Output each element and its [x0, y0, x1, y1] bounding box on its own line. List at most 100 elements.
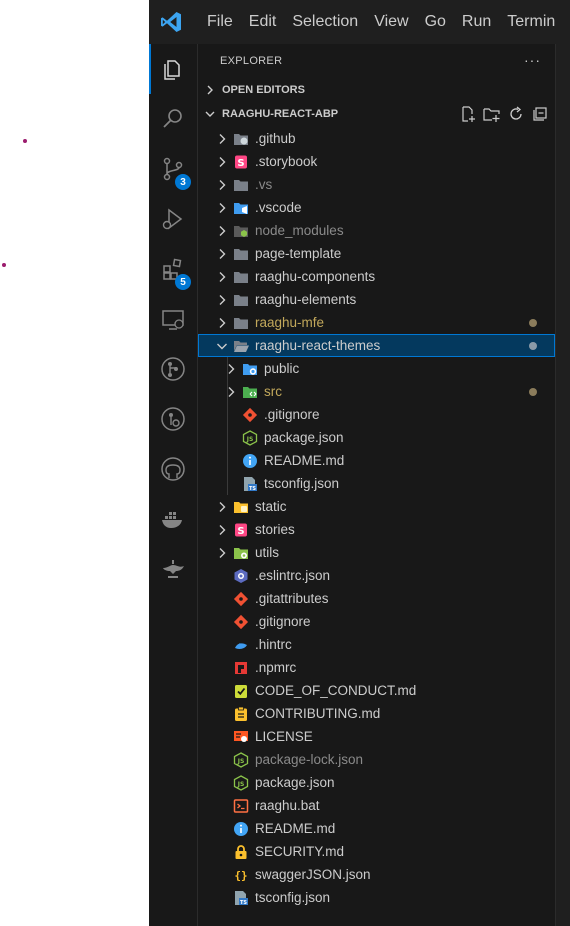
menu-run[interactable]: Run — [454, 13, 499, 31]
file-row[interactable]: TS tsconfig.json — [198, 472, 555, 495]
folder-row[interactable]: .vscode — [198, 196, 555, 219]
chevron-down-icon — [205, 111, 215, 117]
static-folder-icon — [233, 499, 249, 515]
file-row[interactable]: .npmrc — [198, 656, 555, 679]
source-control-button[interactable]: 3 — [149, 144, 197, 194]
explorer-button[interactable] — [149, 44, 197, 94]
file-row[interactable]: {} swaggerJSON.json — [198, 863, 555, 886]
folder-row[interactable]: utils — [198, 541, 555, 564]
file-row[interactable]: README.md — [198, 449, 555, 472]
chevron-right-icon[interactable] — [214, 177, 230, 193]
file-row[interactable]: LICENSE — [198, 725, 555, 748]
svg-text:JS: JS — [246, 436, 254, 443]
lamp-button[interactable] — [149, 544, 197, 594]
file-row[interactable]: TS tsconfig.json — [198, 886, 555, 909]
title-bar: File Edit Selection View Go Run Termin — [149, 0, 570, 45]
chevron-right-icon[interactable] — [214, 499, 230, 515]
file-row[interactable]: JS package.json — [198, 426, 555, 449]
menu-bar: File Edit Selection View Go Run Termin — [199, 13, 563, 31]
chevron-right-icon[interactable] — [214, 269, 230, 285]
menu-edit[interactable]: Edit — [241, 13, 285, 31]
chevron-right-icon[interactable] — [214, 200, 230, 216]
remote-explorer-button[interactable] — [149, 294, 197, 344]
file-row[interactable]: JS package-lock.json — [198, 748, 555, 771]
section-actions — [459, 105, 549, 123]
chevron-right-icon[interactable] — [214, 315, 230, 331]
folder-row[interactable]: public — [198, 357, 555, 380]
explorer-icon — [164, 60, 180, 80]
project-section[interactable]: RAAGHU-REACT-ABP — [198, 103, 555, 125]
chevron-right-icon[interactable] — [214, 246, 230, 262]
notification-badge: 3 — [175, 174, 191, 190]
file-row[interactable]: .eslintrc.json — [198, 564, 555, 587]
open-editors-section[interactable]: OPEN EDITORS — [198, 79, 555, 101]
chevron-down-icon[interactable] — [214, 338, 230, 354]
collapse-all-icon[interactable] — [531, 105, 549, 123]
folder-label: .vscode — [255, 200, 302, 215]
file-row[interactable]: README.md — [198, 817, 555, 840]
file-row[interactable]: SECURITY.md — [198, 840, 555, 863]
menu-go[interactable]: Go — [417, 13, 454, 31]
refresh-icon[interactable] — [507, 105, 525, 123]
extensions-button[interactable]: 5 — [149, 244, 197, 294]
chevron-right-icon[interactable] — [214, 522, 230, 538]
folder-row[interactable]: S .storybook — [198, 150, 555, 173]
folder-label: raaghu-elements — [255, 292, 357, 307]
menu-termin[interactable]: Termin — [499, 13, 563, 31]
folder-row[interactable]: raaghu-elements — [198, 288, 555, 311]
svg-text:TS: TS — [240, 900, 247, 906]
menu-view[interactable]: View — [366, 13, 416, 31]
folder-label: page-template — [255, 246, 342, 261]
gitlens-inspect-button[interactable] — [149, 394, 197, 444]
folder-row[interactable]: .vs — [198, 173, 555, 196]
folder-row[interactable]: static — [198, 495, 555, 518]
folder-open-icon — [233, 338, 249, 354]
chevron-right-icon[interactable] — [214, 545, 230, 561]
eslint-file-icon — [233, 568, 249, 584]
file-row[interactable]: .gitignore — [198, 403, 555, 426]
folder-row[interactable]: src — [198, 380, 555, 403]
folder-row[interactable]: .github — [198, 127, 555, 150]
file-row[interactable]: .gitignore — [198, 610, 555, 633]
tsconfig-file-icon: TS — [242, 476, 258, 492]
new-file-icon[interactable] — [459, 105, 477, 123]
chevron-right-icon[interactable] — [223, 361, 239, 377]
chevron-right-icon[interactable] — [214, 292, 230, 308]
folder-row[interactable]: raaghu-react-themes — [198, 334, 555, 357]
run-debug-button[interactable] — [149, 194, 197, 244]
docker-button[interactable] — [149, 494, 197, 544]
file-label: SECURITY.md — [255, 844, 345, 859]
file-row[interactable]: CONTRIBUTING.md — [198, 702, 555, 725]
folder-row[interactable]: raaghu-mfe — [198, 311, 555, 334]
folder-row[interactable]: Sstories — [198, 518, 555, 541]
file-row[interactable]: CODE_OF_CONDUCT.md — [198, 679, 555, 702]
github-button[interactable] — [149, 444, 197, 494]
file-row[interactable]: .gitattributes — [198, 587, 555, 610]
license-file-icon — [233, 729, 249, 745]
menu-file[interactable]: File — [199, 13, 241, 31]
folder-label: raaghu-react-themes — [255, 338, 381, 353]
chevron-right-icon[interactable] — [214, 223, 230, 239]
file-tree: .github S .storybook .vs .vscode node_modules… — [198, 127, 555, 909]
github-icon — [161, 457, 185, 481]
file-row[interactable]: .hintrc — [198, 633, 555, 656]
chevron-right-icon[interactable] — [214, 154, 230, 170]
folder-row[interactable]: raaghu-components — [198, 265, 555, 288]
folder-row[interactable]: node_modules — [198, 219, 555, 242]
more-actions-button[interactable]: ··· — [524, 52, 541, 68]
file-row[interactable]: raaghu.bat — [198, 794, 555, 817]
file-label: package.json — [255, 775, 335, 790]
folder-icon — [233, 269, 249, 285]
folder-row[interactable]: page-template — [198, 242, 555, 265]
src-folder-icon — [242, 384, 258, 400]
new-folder-icon[interactable] — [483, 105, 501, 123]
search-icon — [163, 109, 182, 128]
gitlens-button[interactable] — [149, 344, 197, 394]
nodejs-file-icon: JS — [233, 774, 249, 791]
menu-selection[interactable]: Selection — [284, 13, 366, 31]
chevron-right-icon[interactable] — [214, 131, 230, 147]
file-row[interactable]: JS package.json — [198, 771, 555, 794]
folder-label: utils — [255, 545, 280, 560]
search-button[interactable] — [149, 94, 197, 144]
chevron-right-icon[interactable] — [223, 384, 239, 400]
